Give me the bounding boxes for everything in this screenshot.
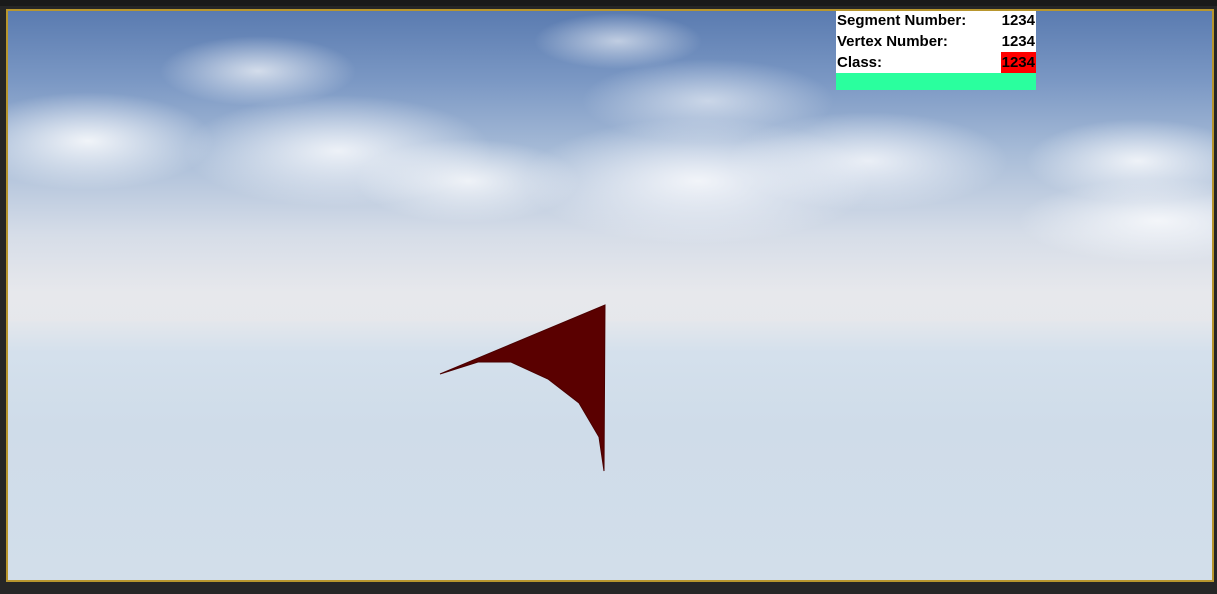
class-color-bar [836, 73, 1036, 90]
segment-number-value: 1234 [1001, 12, 1035, 29]
segment-number-label: Segment Number: [837, 12, 967, 29]
application-window: Segment Number: 1234 Vertex Number: 1234… [0, 0, 1217, 594]
class-label: Class: [837, 54, 883, 71]
red-segment-object[interactable] [439, 304, 606, 472]
top-strip [0, 0, 1217, 6]
segment-number-row: Segment Number: 1234 [836, 11, 1036, 31]
vertex-number-value: 1234 [1001, 33, 1035, 50]
scene-overlay [439, 304, 606, 472]
class-value-badge: 1234 [1000, 52, 1036, 73]
vertex-number-label: Vertex Number: [837, 33, 948, 50]
class-row: Class: 1234 [836, 52, 1036, 73]
segment-info-panel: Segment Number: 1234 Vertex Number: 1234… [836, 11, 1036, 90]
3d-viewport[interactable]: Segment Number: 1234 Vertex Number: 1234… [6, 9, 1214, 582]
vertex-number-row: Vertex Number: 1234 [836, 31, 1036, 52]
